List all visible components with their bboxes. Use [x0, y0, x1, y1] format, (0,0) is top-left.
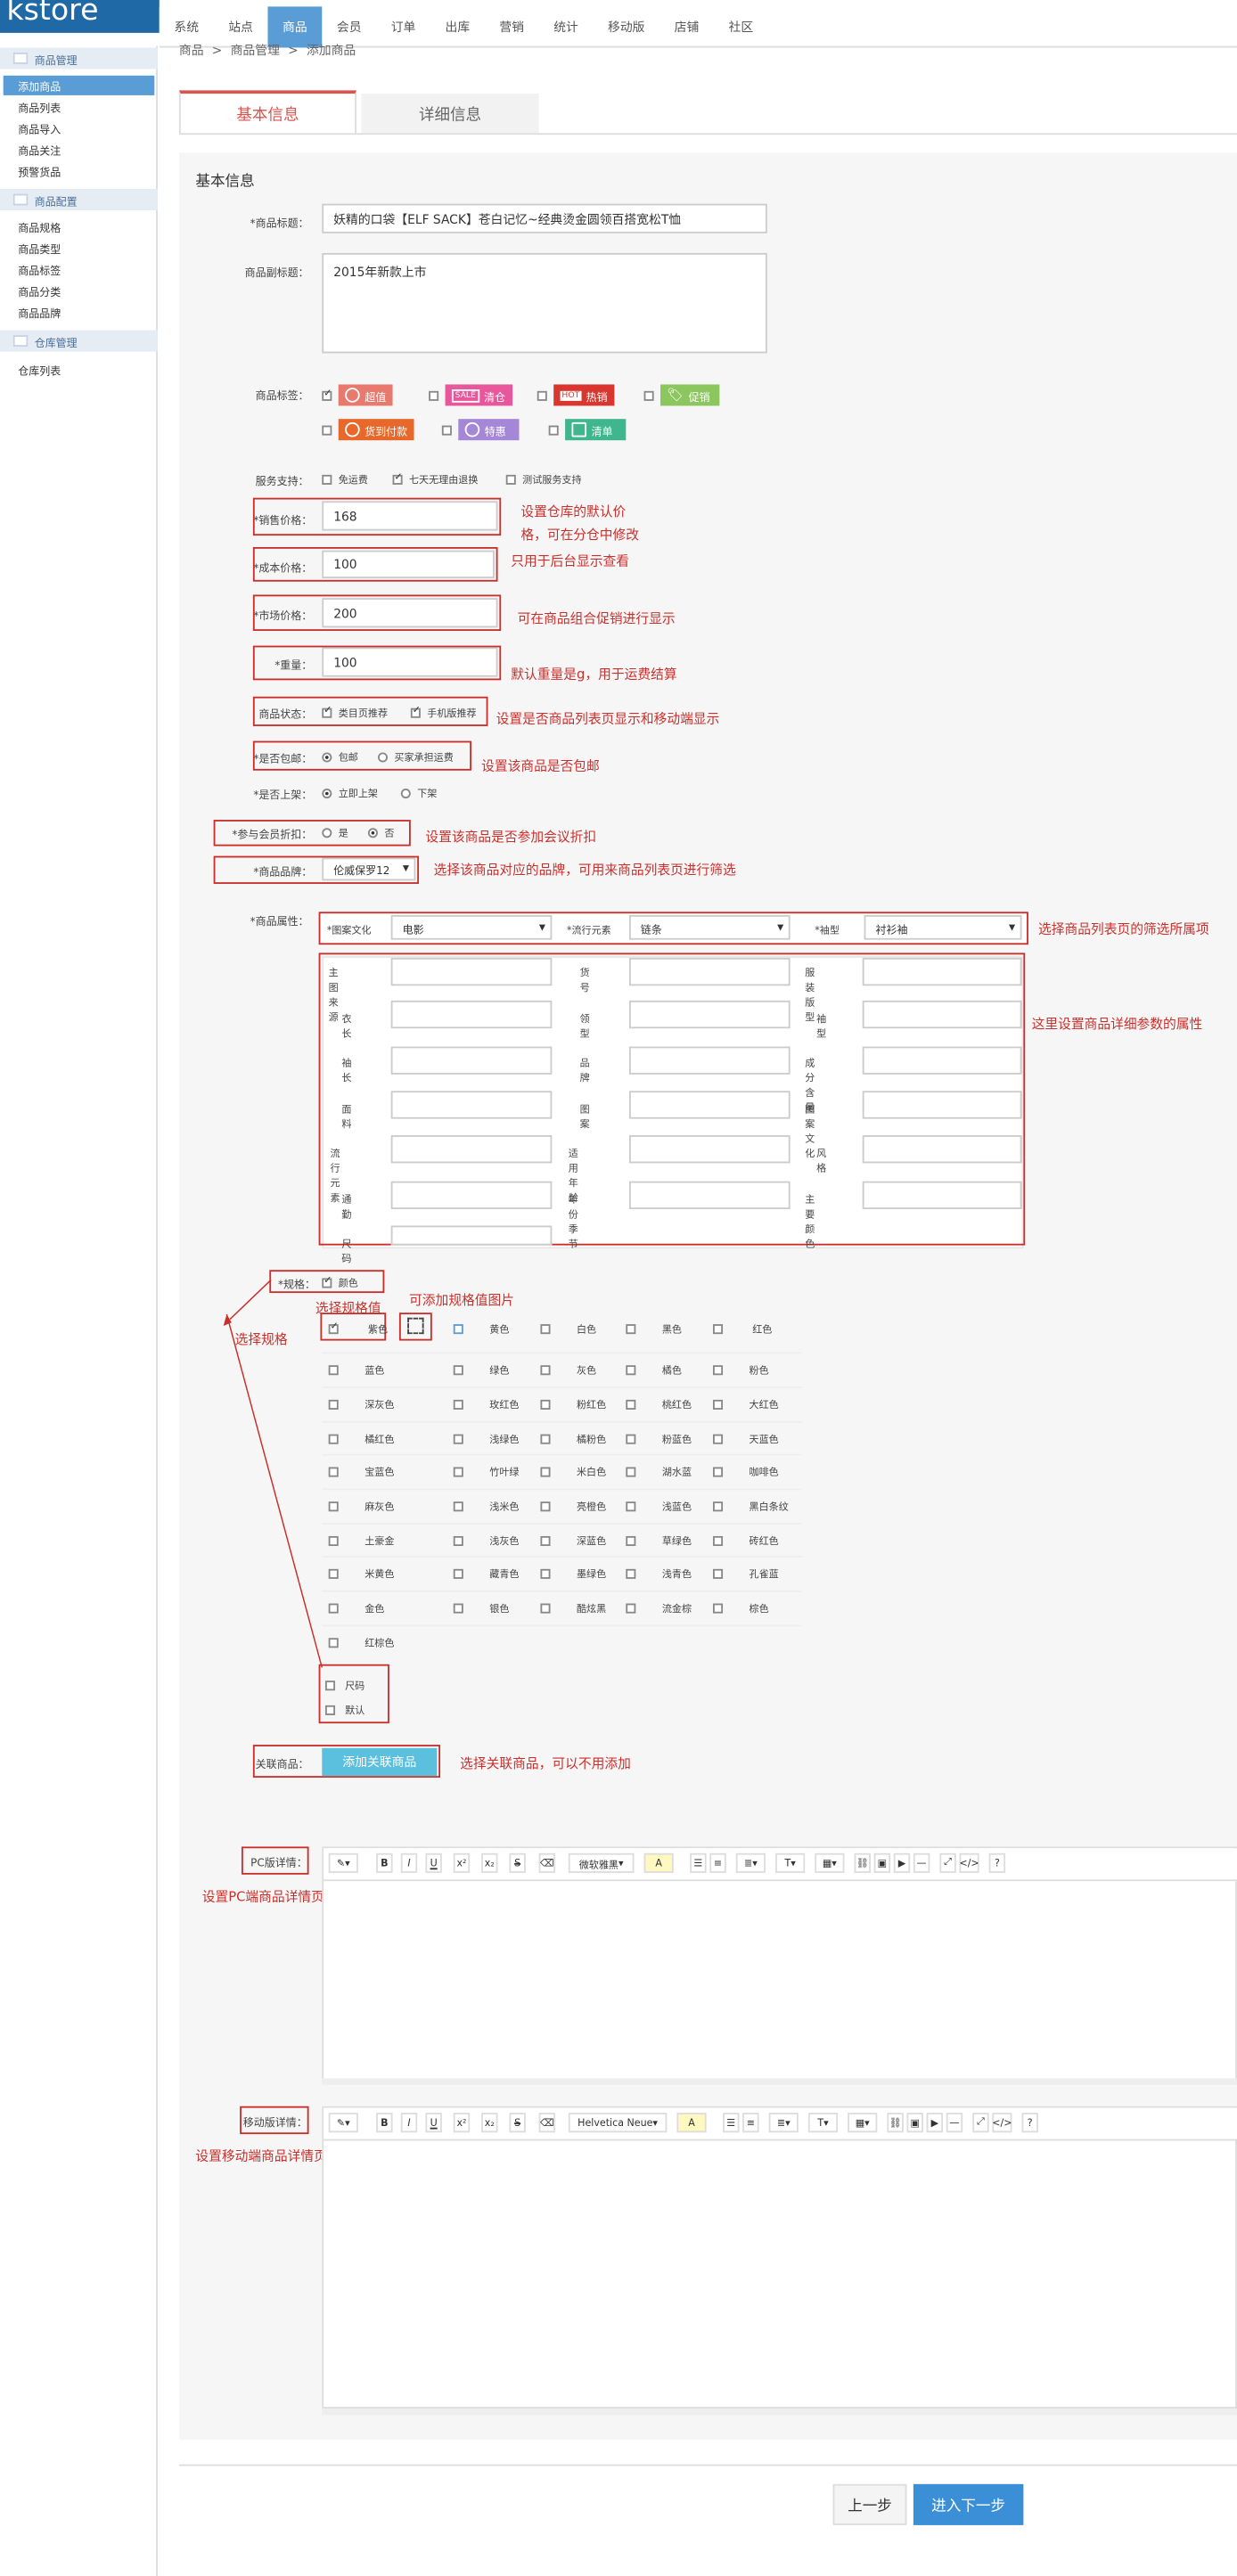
pc-rich-editor[interactable] — [322, 1846, 1237, 2082]
eraser-icon[interactable]: ⌫ — [538, 1852, 556, 1873]
ordered-list-icon[interactable]: ≡ — [742, 2113, 759, 2133]
unordered-list-icon[interactable]: ☰ — [690, 1852, 707, 1873]
subscript-button[interactable]: x₂ — [481, 2113, 498, 2133]
prev-step-button[interactable]: 上一步 — [832, 2483, 907, 2525]
link-icon[interactable]: ⛓ — [854, 1852, 871, 1873]
picture-icon[interactable]: ▣ — [906, 2113, 923, 2133]
table-icon[interactable]: ▦▾ — [848, 2113, 878, 2133]
chevron-down-icon: ▾ — [652, 2116, 658, 2129]
pc-detail-label: PC版详情： — [250, 1856, 307, 1870]
paragraph-icon[interactable]: ≣▾ — [768, 2113, 799, 2133]
bold-button[interactable]: B — [376, 2113, 393, 2133]
related-label: 关联商品： — [255, 1757, 309, 1771]
paragraph-icon[interactable]: ≣▾ — [735, 1852, 766, 1873]
add-related-button[interactable]: 添加关联商品 — [322, 1747, 438, 1777]
text-height-icon[interactable]: T▾ — [807, 2113, 839, 2133]
strikethrough-button[interactable]: S — [509, 2113, 526, 2133]
help-button[interactable]: ? — [1021, 2113, 1038, 2133]
font-select[interactable]: Helvetica Neue ▾ — [568, 2113, 668, 2133]
text-color-button[interactable]: A — [676, 2113, 707, 2133]
text-height-icon[interactable]: T▾ — [775, 1852, 806, 1873]
hr-icon[interactable]: — — [946, 2113, 963, 2133]
pc-editor-resize-handle[interactable] — [322, 2078, 1237, 2085]
font-name: Helvetica Neue — [578, 2116, 653, 2129]
annotation-related: 选择关联商品，可以不用添加 — [460, 1756, 631, 1771]
video-icon[interactable]: ▶ — [926, 2113, 944, 2133]
codeview-icon[interactable]: </> — [992, 2113, 1012, 2133]
video-icon[interactable]: ▶ — [893, 1852, 911, 1873]
eraser-icon[interactable]: ⌫ — [538, 2113, 556, 2133]
help-button[interactable]: ? — [988, 1852, 1006, 1873]
link-icon[interactable]: ⛓ — [887, 2113, 904, 2133]
underline-button[interactable]: U — [425, 1852, 442, 1873]
magic-pen-icon[interactable]: ✎▾ — [328, 1852, 358, 1873]
next-step-button[interactable]: 进入下一步 — [913, 2483, 1024, 2525]
unordered-list-icon[interactable]: ☰ — [723, 2113, 740, 2133]
italic-button[interactable]: I — [400, 1852, 418, 1873]
mobile-editor-resize-handle[interactable] — [322, 2408, 1237, 2416]
strikethrough-button[interactable]: S — [509, 1852, 526, 1873]
codeview-icon[interactable]: </> — [959, 1852, 979, 1873]
chevron-down-icon: ▾ — [618, 1857, 624, 1869]
ordered-list-icon[interactable]: ≡ — [709, 1852, 726, 1873]
superscript-button[interactable]: x² — [453, 2113, 471, 2133]
bold-button[interactable]: B — [376, 1852, 393, 1873]
superscript-button[interactable]: x² — [453, 1852, 471, 1873]
picture-icon[interactable]: ▣ — [873, 1852, 891, 1873]
table-icon[interactable]: ▦▾ — [815, 1852, 845, 1873]
text-color-button[interactable]: A — [643, 1852, 674, 1873]
font-name: 微软雅黑 — [578, 1859, 619, 1871]
magic-pen-icon[interactable]: ✎▾ — [328, 2113, 358, 2133]
font-select[interactable]: 微软雅黑 ▾ — [568, 1852, 635, 1873]
fullscreen-icon[interactable]: ⤢ — [972, 2113, 989, 2133]
underline-button[interactable]: U — [425, 2113, 442, 2133]
mobile-detail-label: 移动版详情： — [242, 2115, 307, 2130]
hr-icon[interactable]: — — [913, 1852, 930, 1873]
footer-divider — [178, 2464, 1237, 2466]
italic-button[interactable]: I — [400, 2113, 418, 2133]
fullscreen-icon[interactable]: ⤢ — [939, 1852, 956, 1873]
subscript-button[interactable]: x₂ — [481, 1852, 498, 1873]
mobile-rich-editor[interactable] — [322, 2106, 1237, 2409]
